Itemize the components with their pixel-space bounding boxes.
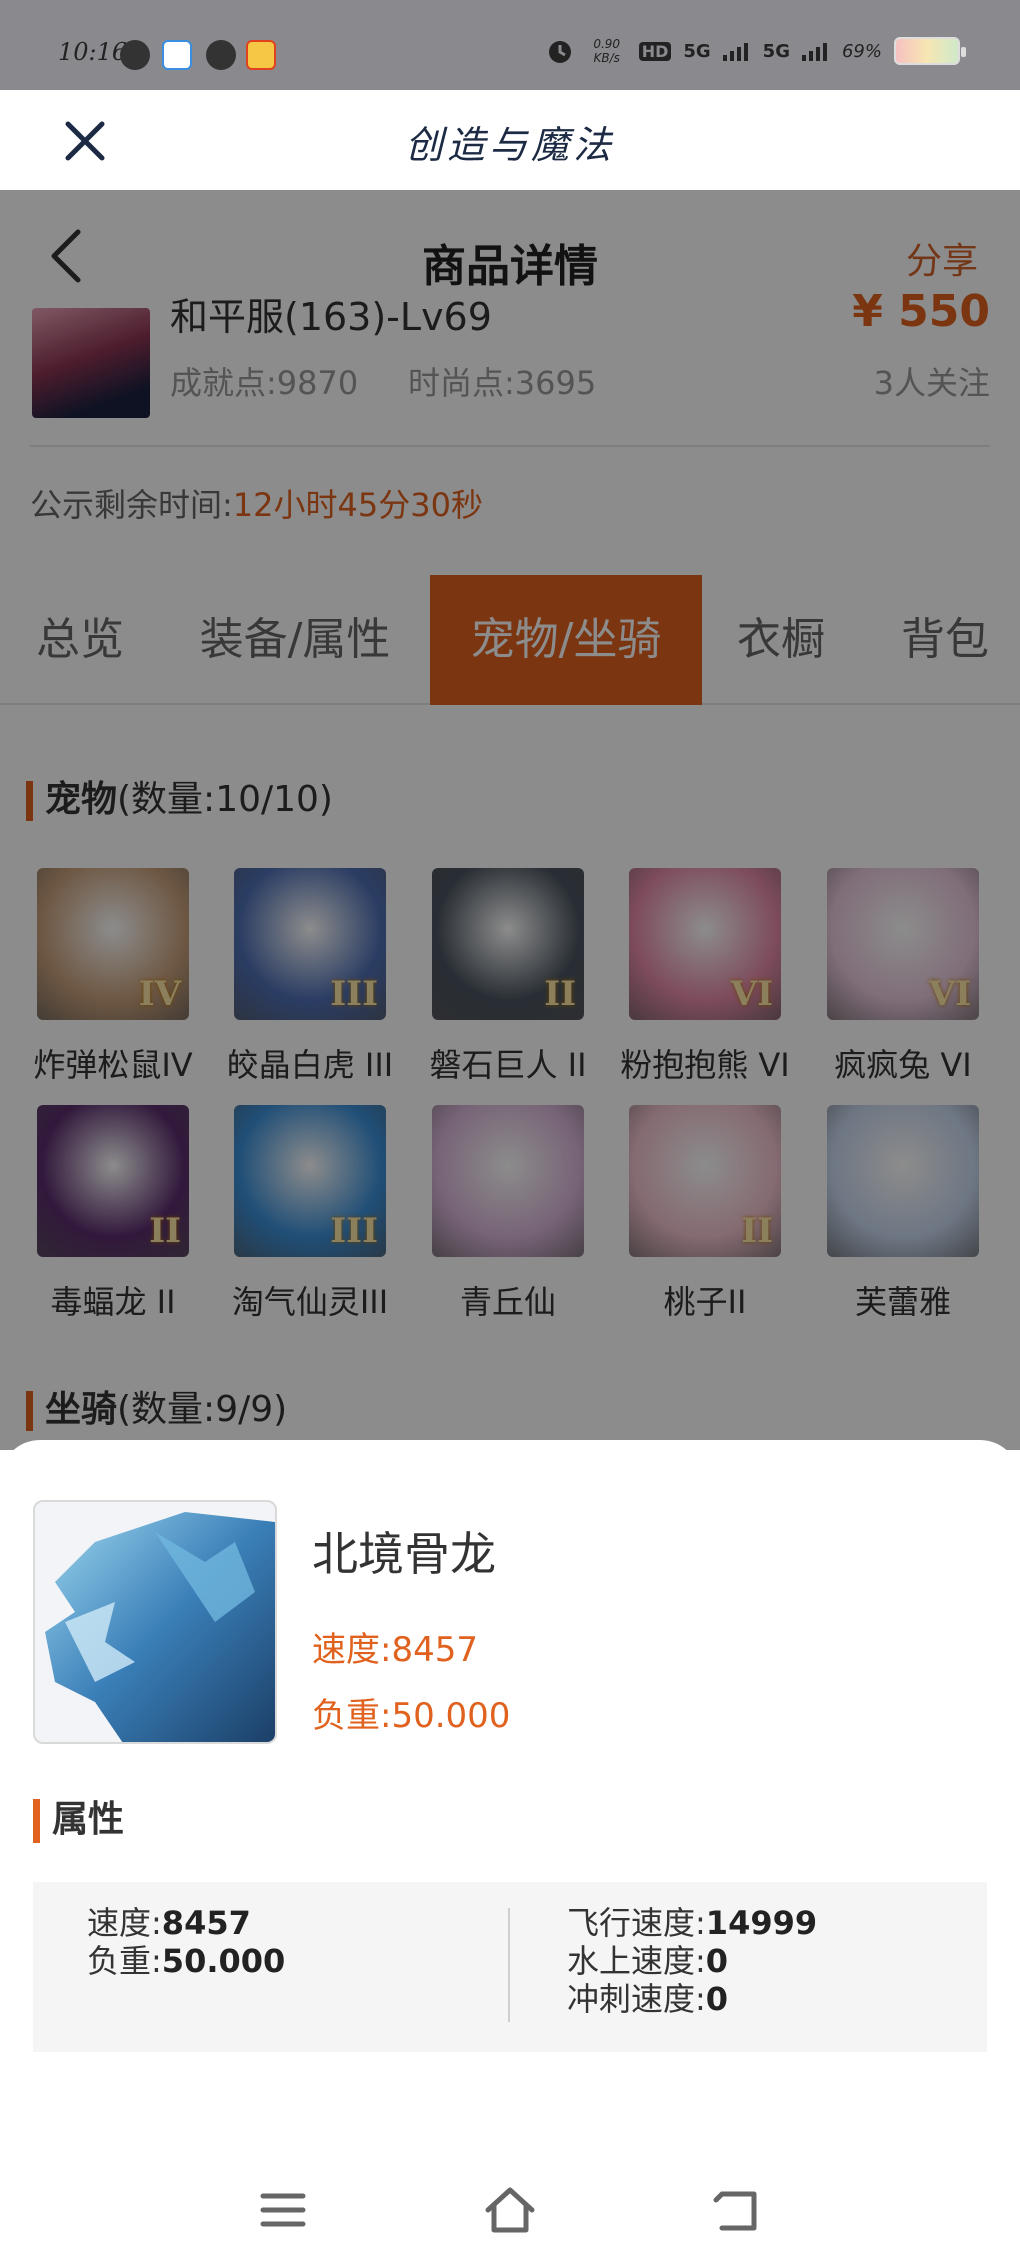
- status-right: 0.90 KB/s HD 5G 5G 69%: [545, 36, 966, 66]
- mount-detail-sheet: 北境骨龙 速度:8457 负重:50.000 属性 速度:8457 负重:50.…: [0, 1440, 1020, 2267]
- battery-percent: 69%: [841, 40, 882, 62]
- hd-icon: HD: [638, 41, 672, 61]
- attr-label: 负重:: [87, 1942, 162, 1980]
- attr-label: 冲刺速度:: [567, 1980, 706, 2018]
- network-speed: 0.90 KB/s: [593, 37, 621, 65]
- status-bar: 10:16 0.90 KB/s HD 5G 5G 69%: [0, 0, 1020, 90]
- attr-label: 飞行速度:: [567, 1904, 706, 1942]
- signal-1: 5G: [683, 40, 711, 62]
- app-title: 创造与魔法: [404, 123, 615, 167]
- attr-fly-speed: 飞行速度:14999: [567, 1904, 817, 1942]
- mount-load: 负重:50.000: [312, 1696, 511, 1736]
- app-notification-icon: [162, 40, 192, 70]
- attr-label: 水上速度:: [567, 1942, 706, 1980]
- menu-icon[interactable]: [253, 2180, 313, 2240]
- wechat-icon: [206, 40, 236, 70]
- dragon-image: [45, 1512, 275, 1742]
- home-icon[interactable]: [480, 2180, 540, 2240]
- attributes-left: 速度:8457 负重:50.000: [87, 1904, 285, 1980]
- battery-icon: [894, 37, 966, 65]
- signal-bars-icon: [801, 43, 827, 61]
- attr-dash-speed: 冲刺速度:0: [567, 1980, 817, 2018]
- mount-name: 北境骨龙: [312, 1527, 496, 1581]
- mount-image: [33, 1500, 277, 1744]
- mount-speed: 速度:8457: [312, 1630, 478, 1670]
- signal-bars-icon: [722, 43, 748, 61]
- attr-load: 负重:50.000: [87, 1942, 285, 1980]
- signal-2: 5G: [762, 40, 790, 62]
- attributes-header: 属性: [33, 1790, 124, 1843]
- system-nav-bar: [0, 2160, 1020, 2260]
- attr-value: 50.000: [161, 1942, 286, 1980]
- attr-speed: 速度:8457: [87, 1904, 285, 1942]
- attributes-panel: 速度:8457 负重:50.000 飞行速度:14999 水上速度:0 冲刺速度…: [33, 1882, 987, 2052]
- attr-value: 0: [705, 1980, 729, 2018]
- app-header: 创造与魔法: [0, 90, 1020, 190]
- attr-water-speed: 水上速度:0: [567, 1942, 817, 1980]
- back-icon[interactable]: [708, 2180, 768, 2240]
- attr-value: 8457: [161, 1904, 251, 1942]
- alarm-icon: [548, 41, 571, 63]
- section-marker: [33, 1799, 40, 1843]
- attr-value: 14999: [705, 1904, 818, 1942]
- attr-value: 0: [705, 1942, 729, 1980]
- attributes-divider: [508, 1908, 510, 2022]
- attributes-title: 属性: [52, 1799, 125, 1840]
- globe-icon: [120, 40, 150, 70]
- status-time: 10:16: [58, 38, 128, 66]
- dim-overlay[interactable]: [0, 190, 1020, 1450]
- attr-label: 速度:: [87, 1904, 162, 1942]
- weibo-icon: [246, 40, 276, 70]
- attributes-right: 飞行速度:14999 水上速度:0 冲刺速度:0: [567, 1904, 817, 2018]
